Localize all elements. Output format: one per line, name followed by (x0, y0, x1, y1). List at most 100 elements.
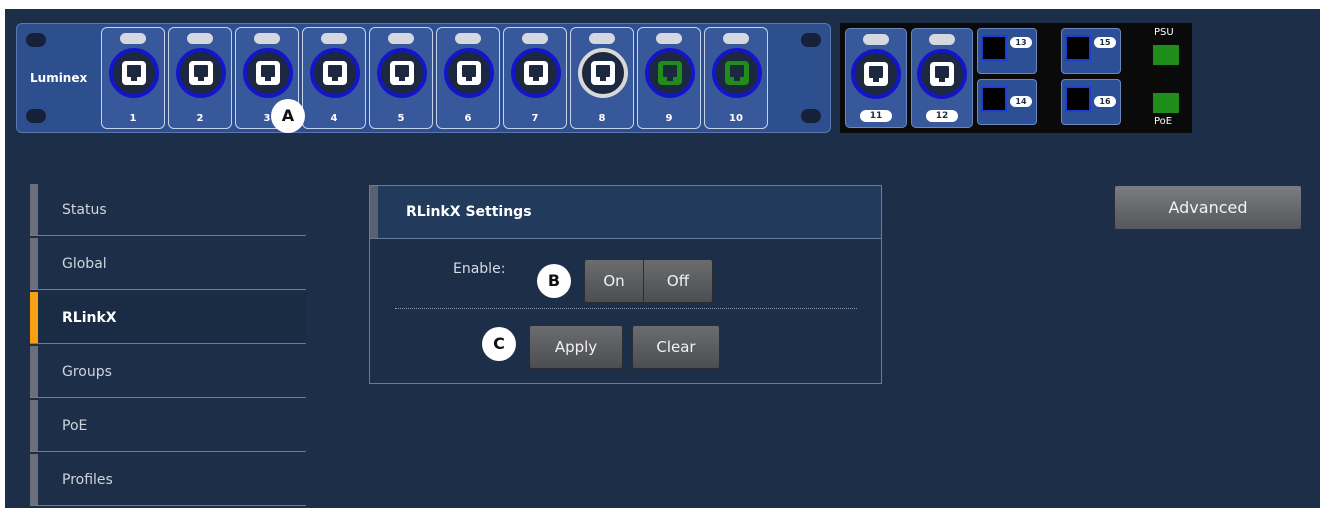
poe-label: PoE (1154, 116, 1173, 127)
port-number: 11 (860, 110, 892, 122)
advanced-button[interactable]: Advanced (1114, 185, 1302, 230)
poe-status-led (1153, 93, 1179, 113)
sidebar-item-label: Status (62, 202, 107, 218)
port-12[interactable]: 12 (911, 28, 973, 128)
port-led (321, 33, 347, 44)
port-number: 16 (1094, 96, 1116, 107)
rack-screw (801, 109, 821, 123)
rack-screw (26, 109, 46, 123)
sidebar-item-profiles[interactable]: Profiles (30, 454, 306, 506)
sfp-port-13[interactable]: 13 (977, 28, 1037, 74)
apply-button[interactable]: Apply (529, 325, 623, 369)
nav-indicator (30, 346, 38, 397)
port-led (254, 33, 280, 44)
nav-indicator (30, 454, 38, 505)
port-led (388, 33, 414, 44)
rj45-port-icon (712, 48, 762, 98)
rack-screw (801, 33, 821, 47)
rj45-port-icon (444, 48, 494, 98)
port-number: 1 (129, 113, 137, 124)
port-led (723, 33, 749, 44)
port-number: 13 (1010, 37, 1032, 48)
sidebar-item-status[interactable]: Status (30, 184, 306, 236)
port-led (656, 33, 682, 44)
psu-status-led (1153, 45, 1179, 65)
rlinkx-settings-panel: RLinkX Settings Enable: On Off Apply Cle… (369, 185, 882, 384)
psu-label: PSU (1154, 27, 1174, 38)
nav-indicator (30, 184, 38, 235)
port-11[interactable]: 11 (845, 28, 907, 128)
port-led (522, 33, 548, 44)
device-sfp-panel: 11 12 13 14 15 16 PSU PoE (840, 23, 1192, 133)
clear-button[interactable]: Clear (632, 325, 720, 369)
port-4[interactable]: 4 (302, 27, 366, 129)
port-led (455, 33, 481, 44)
rj45-port-icon (243, 48, 293, 98)
enable-off-button[interactable]: Off (643, 259, 713, 303)
port-number: 14 (1010, 96, 1032, 107)
port-1[interactable]: 1 (101, 27, 165, 129)
port-led (929, 34, 955, 45)
port-led (589, 33, 615, 44)
sidebar-item-label: PoE (62, 418, 88, 434)
rj45-port-icon (109, 48, 159, 98)
sfp-cage-icon (981, 86, 1007, 112)
panel-divider (395, 308, 857, 309)
port-led (863, 34, 889, 45)
nav-indicator (30, 292, 38, 343)
nav-indicator (30, 238, 38, 289)
enable-on-button[interactable]: On (584, 259, 644, 303)
sfp-cage-icon (981, 35, 1007, 61)
port-number: 10 (729, 113, 743, 124)
callout-marker-a: A (271, 99, 305, 133)
enable-label: Enable: (453, 261, 506, 277)
sfp-cage-icon (1065, 86, 1091, 112)
sidebar-nav: Status Global RLinkX Groups PoE Profiles (30, 184, 306, 508)
port-number: 9 (665, 113, 673, 124)
rj45-port-icon (578, 48, 628, 98)
panel-header: RLinkX Settings (370, 186, 881, 239)
port-led (120, 33, 146, 44)
sidebar-item-label: Groups (62, 364, 112, 380)
port-9[interactable]: 9 (637, 27, 701, 129)
app-window: Luminex 1 2 3 4 5 6 7 8 9 10 11 12 13 14… (5, 9, 1320, 508)
sidebar-item-label: RLinkX (62, 310, 117, 326)
rj45-port-icon (917, 49, 967, 99)
panel-title: RLinkX Settings (406, 204, 532, 220)
rack-screw (26, 33, 46, 47)
port-number: 12 (926, 110, 958, 122)
device-front-panel: Luminex 1 2 3 4 5 6 7 8 9 10 (16, 23, 831, 133)
port-number: 5 (397, 113, 405, 124)
sfp-cage-icon (1065, 35, 1091, 61)
sidebar-item-label: Profiles (62, 472, 113, 488)
callout-marker-c: C (482, 327, 516, 361)
port-number: 15 (1094, 37, 1116, 48)
port-2[interactable]: 2 (168, 27, 232, 129)
sidebar-item-rlinkx[interactable]: RLinkX (30, 292, 306, 344)
port-number: 6 (464, 113, 472, 124)
port-number: 7 (531, 113, 539, 124)
port-7[interactable]: 7 (503, 27, 567, 129)
rj45-port-icon (645, 48, 695, 98)
sidebar-item-poe[interactable]: PoE (30, 400, 306, 452)
sidebar-item-global[interactable]: Global (30, 238, 306, 290)
port-5[interactable]: 5 (369, 27, 433, 129)
rj45-port-icon (310, 48, 360, 98)
port-6[interactable]: 6 (436, 27, 500, 129)
sfp-port-14[interactable]: 14 (977, 79, 1037, 125)
rj45-port-icon (511, 48, 561, 98)
port-8[interactable]: 8 (570, 27, 634, 129)
port-led (187, 33, 213, 44)
nav-indicator (30, 400, 38, 451)
sidebar-item-groups[interactable]: Groups (30, 346, 306, 398)
sidebar-item-label: Global (62, 256, 107, 272)
panel-header-indicator (370, 186, 378, 238)
sfp-port-15[interactable]: 15 (1061, 28, 1121, 74)
brand-logo: Luminex (30, 71, 88, 85)
sfp-port-16[interactable]: 16 (1061, 79, 1121, 125)
port-number: 2 (196, 113, 204, 124)
port-number: 4 (330, 113, 338, 124)
rj45-port-icon (377, 48, 427, 98)
port-10[interactable]: 10 (704, 27, 768, 129)
rj45-port-icon (851, 49, 901, 99)
